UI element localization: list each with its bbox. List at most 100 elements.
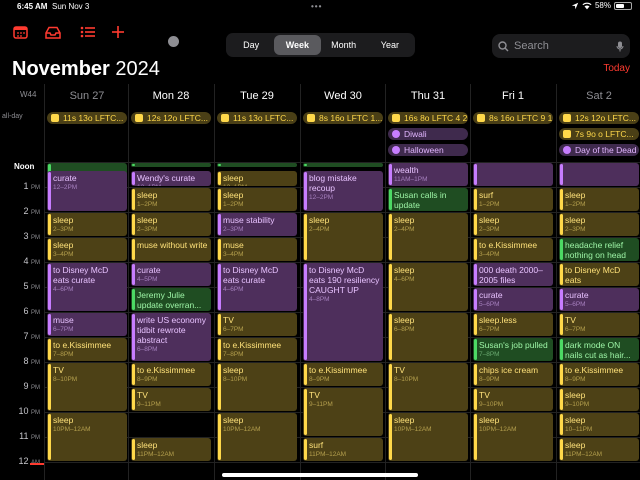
calendar-event[interactable]: sleep 1–2PM xyxy=(131,188,211,211)
assistive-touch-icon[interactable] xyxy=(168,36,179,47)
view-year-button[interactable]: Year xyxy=(367,35,413,55)
day-header[interactable]: Fri 1 xyxy=(472,84,554,108)
view-day-button[interactable]: Day xyxy=(228,35,274,55)
all-day-event[interactable]: 12s 12o LFTC... xyxy=(131,112,211,124)
calendar-event[interactable] xyxy=(559,163,639,186)
all-day-event[interactable]: Day of the Dead xyxy=(559,144,639,156)
calendar-event[interactable]: sleep 11PM–12AM xyxy=(131,438,211,461)
calendar-event[interactable]: sleep 4–6PM xyxy=(388,263,468,311)
calendar-event[interactable]: Susan's job pulled 7–8PM xyxy=(473,338,553,361)
calendar-event[interactable]: to e.Kissimmee 8–9PM xyxy=(559,363,639,386)
all-day-event[interactable]: 16s 8o LFTC 4 2 xyxy=(388,112,468,124)
calendar-event[interactable]: muse stability 2–3PM xyxy=(217,213,297,236)
calendar-event[interactable]: Jeremy Julie update overran... xyxy=(131,288,211,311)
calendar-event[interactable]: surf 1–2PM xyxy=(473,188,553,211)
all-day-event[interactable]: 11s 13o LFTC... xyxy=(217,112,297,124)
search-field[interactable]: Search xyxy=(492,34,630,58)
calendar-event[interactable]: to Disney McD eats curate 4–6PM xyxy=(47,263,127,311)
calendar-event[interactable]: curate 4–5PM xyxy=(131,263,211,286)
calendar-event[interactable]: sleep 2–3PM xyxy=(559,213,639,236)
view-month-button[interactable]: Month xyxy=(321,35,367,55)
calendar-event[interactable]: sleep 1–2PM xyxy=(559,188,639,211)
home-indicator[interactable] xyxy=(222,473,418,477)
event-title: TV xyxy=(565,315,576,325)
all-day-event[interactable]: Diwali xyxy=(388,128,468,140)
calendar-event[interactable]: sleep12–1PM xyxy=(217,170,297,186)
calendar-event[interactable] xyxy=(131,163,211,168)
calendar-event[interactable]: TV 6–7PM xyxy=(559,313,639,336)
calendar-event[interactable]: sleep 2–3PM xyxy=(473,213,553,236)
calendar-event[interactable]: sleep 11PM–12AM xyxy=(559,438,639,461)
hour-number: 9 xyxy=(23,381,29,391)
all-day-event[interactable]: Halloween xyxy=(388,144,468,156)
today-button[interactable]: Today xyxy=(603,63,630,74)
calendar-event[interactable]: write US economy tidbit rewrote abstract… xyxy=(131,313,211,361)
calendar-event[interactable]: headache relief nothing on head xyxy=(559,238,639,261)
calendar-event[interactable]: sleep 10PM–12AM xyxy=(217,413,297,461)
calendar-event[interactable]: curate 5–6PM xyxy=(559,288,639,311)
day-header[interactable]: Thu 31 xyxy=(387,84,469,108)
multitask-dots-icon[interactable]: ••• xyxy=(311,2,322,11)
calendar-event[interactable]: sleep 10–11PM xyxy=(559,413,639,436)
calendar-event[interactable]: sleep 2–4PM xyxy=(388,213,468,261)
all-day-event[interactable]: 8s 16o LFTC 1... xyxy=(303,112,383,124)
calendar-event[interactable]: curate 5–6PM xyxy=(473,288,553,311)
view-week-button[interactable]: Week xyxy=(274,35,321,55)
calendar-event[interactable]: sleep 3–4PM xyxy=(47,238,127,261)
calendar-event[interactable] xyxy=(303,163,383,168)
calendar-event[interactable]: sleep 2–3PM xyxy=(131,213,211,236)
day-header[interactable]: Tue 29 xyxy=(216,84,298,108)
day-header[interactable]: Mon 28 xyxy=(130,84,212,108)
calendar-event[interactable]: TV 9–11PM xyxy=(131,388,211,411)
calendar-event[interactable]: sleep 10PM–12AM xyxy=(473,413,553,461)
calendar-event[interactable]: TV 8–10PM xyxy=(47,363,127,411)
calendar-event[interactable]: to e.Kissimmee 7–8PM xyxy=(217,338,297,361)
calendar-event[interactable]: sleep 9–10PM xyxy=(559,388,639,411)
calendar-event[interactable]: blog mistake recoup 12–2PM xyxy=(303,170,383,211)
calendar-event[interactable]: sleep.less 6–7PM xyxy=(473,313,553,336)
calendar-event[interactable]: sleep 10PM–12AM xyxy=(388,413,468,461)
calendar-event[interactable]: muse without write xyxy=(131,238,211,261)
calendar-event[interactable]: sleep 10PM–12AM xyxy=(47,413,127,461)
calendar-event[interactable]: TV 9–11PM xyxy=(303,388,383,436)
calendar-event[interactable]: TV 6–7PM xyxy=(217,313,297,336)
all-day-event[interactable]: 12s 12o LFTC... xyxy=(559,112,639,124)
calendar-event[interactable]: curate 12–2PM xyxy=(47,170,127,211)
calendar-event[interactable]: dark mode ON nails cut as hair... xyxy=(559,338,639,361)
list-icon[interactable] xyxy=(78,23,96,41)
calendar-event[interactable]: to e.Kissimmee 7–8PM xyxy=(47,338,127,361)
calendar-event[interactable] xyxy=(473,163,553,186)
calendar-event[interactable]: to e.Kissimmee 8–9PM xyxy=(303,363,383,386)
calendar-event[interactable]: Susan calls in update xyxy=(388,188,468,211)
calendar-event[interactable]: to Disney McD eats curate 4–6PM xyxy=(217,263,297,311)
calendars-icon[interactable] xyxy=(11,23,29,41)
calendar-event[interactable]: TV 8–10PM xyxy=(388,363,468,411)
calendar-event[interactable]: Wendy's curate12–1PM xyxy=(131,170,211,186)
calendar-event[interactable]: chips ice cream 8–9PM xyxy=(473,363,553,386)
calendar-event[interactable]: sleep 8–10PM xyxy=(217,363,297,411)
calendar-event[interactable]: sleep 1–2PM xyxy=(217,188,297,211)
calendar-event[interactable]: TV 9–10PM xyxy=(473,388,553,411)
calendar-event[interactable]: sleep 2–4PM xyxy=(303,213,383,261)
day-header[interactable]: Sun 27 xyxy=(46,84,128,108)
calendar-event[interactable]: muse 3–4PM xyxy=(217,238,297,261)
day-header[interactable]: Wed 30 xyxy=(302,84,384,108)
calendar-event[interactable]: sleep 6–8PM xyxy=(388,313,468,361)
calendar-event[interactable]: to Disney McD eats 190 resiliency CAUGHT… xyxy=(303,263,383,361)
calendar-event[interactable]: surf 11PM–12AM xyxy=(303,438,383,461)
day-header[interactable]: Sat 2 xyxy=(558,84,640,108)
all-day-event[interactable]: 7s 9o o LFTC... xyxy=(559,128,639,140)
inbox-icon[interactable] xyxy=(44,23,62,41)
calendar-event[interactable]: to e.Kissimmee 8–9PM xyxy=(131,363,211,386)
microphone-icon[interactable] xyxy=(616,41,624,52)
calendar-event[interactable]: to e.Kissimmee 3–4PM xyxy=(473,238,553,261)
add-event-icon[interactable] xyxy=(109,23,127,41)
calendar-event[interactable]: to Disney McD eats xyxy=(559,263,639,286)
calendar-event[interactable]: wealth 11AM–1PM xyxy=(388,163,468,186)
calendar-event[interactable]: sleep 2–3PM xyxy=(47,213,127,236)
calendar-event[interactable]: 000 death 2000–2005 files xyxy=(473,263,553,286)
calendar-event[interactable] xyxy=(217,163,297,168)
calendar-event[interactable]: muse 6–7PM xyxy=(47,313,127,336)
all-day-event[interactable]: 8s 16o LFTC 9 1 xyxy=(473,112,553,124)
all-day-event[interactable]: 11s 13o LFTC... xyxy=(47,112,127,124)
